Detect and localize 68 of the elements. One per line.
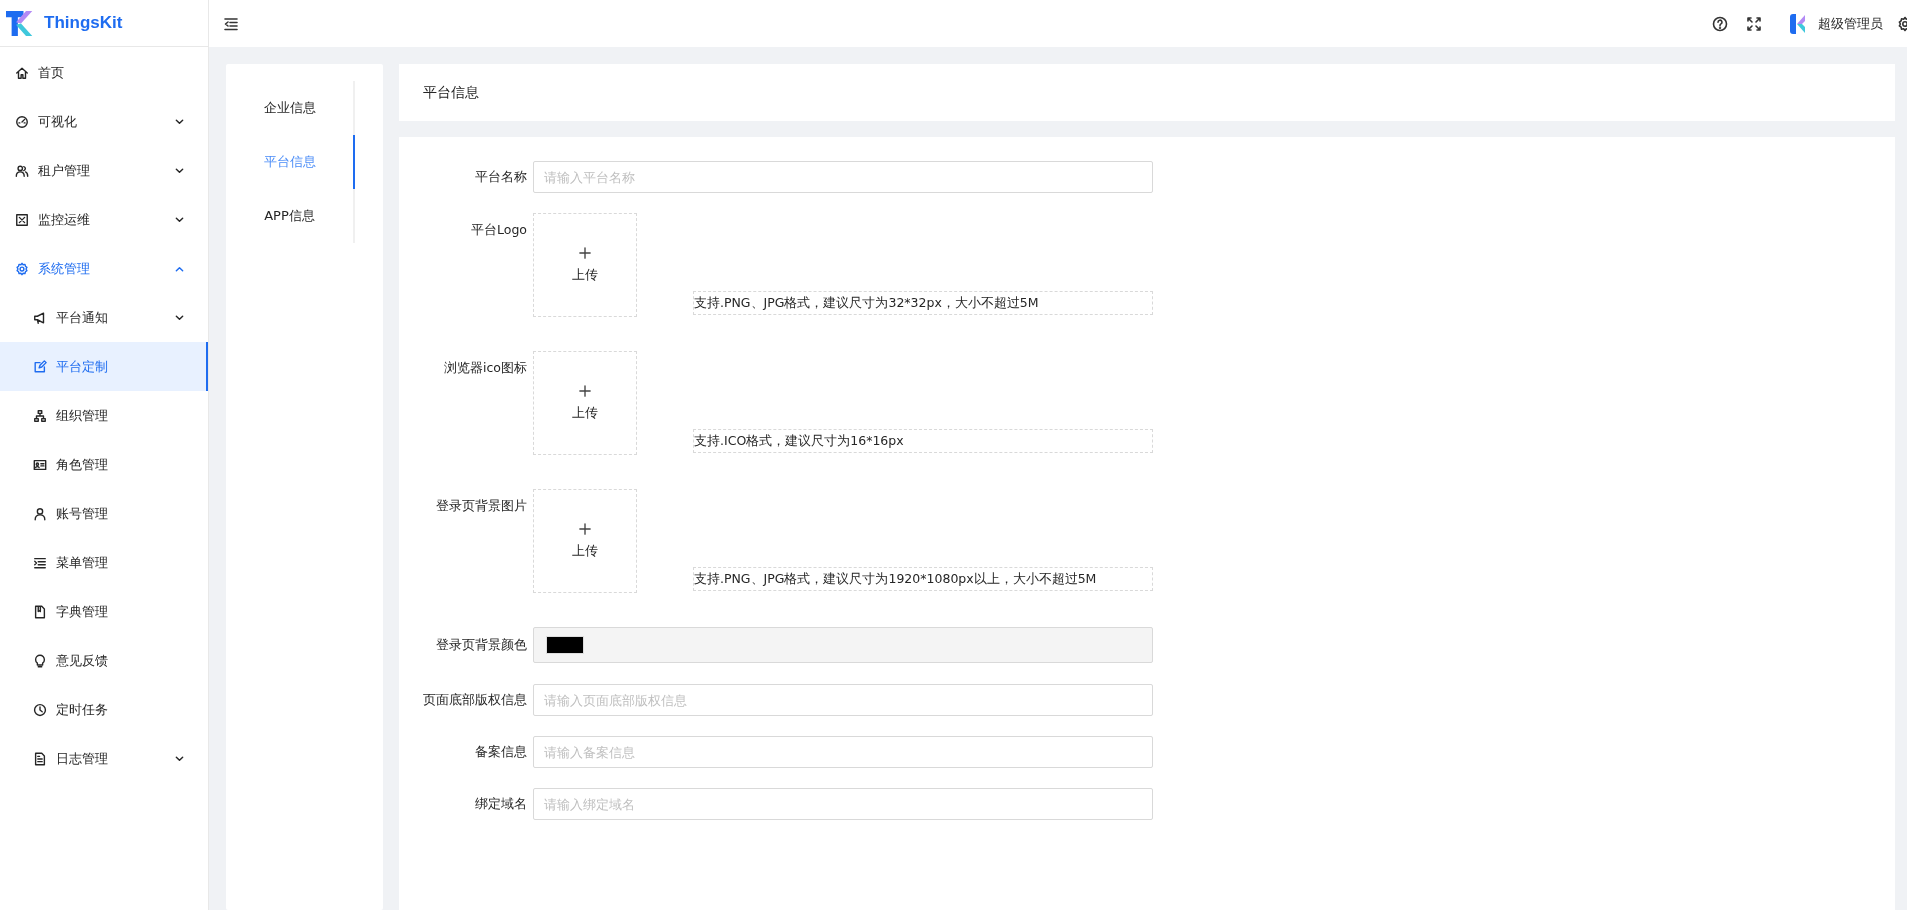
upload-hint: 支持.PNG、JPG格式，建议尺寸为1920*1080px以上，大小不超过5M <box>693 567 1153 591</box>
menu-item[interactable]: 首页 <box>0 48 208 97</box>
submenu-item[interactable]: 角色管理 <box>0 440 208 489</box>
megaphone-icon <box>33 310 47 325</box>
chevron-down-icon <box>175 755 184 762</box>
color-field[interactable] <box>533 627 1153 663</box>
plus-icon <box>579 522 591 535</box>
submenu-item[interactable]: 账号管理 <box>0 489 208 538</box>
users-icon <box>15 163 29 178</box>
chevron-down-icon <box>175 314 184 321</box>
settings-icon <box>15 261 29 276</box>
field-label: 平台名称 <box>474 168 527 186</box>
field-label: 备案信息 <box>474 743 527 761</box>
input-field[interactable]: 请输入页面底部版权信息 <box>533 684 1153 716</box>
tab[interactable]: 企业信息 <box>226 81 355 135</box>
submenu-item[interactable]: 意见反馈 <box>0 636 208 685</box>
user-icon <box>33 506 47 521</box>
chevron-down-icon <box>175 118 184 125</box>
submenu-item[interactable]: 平台通知 <box>0 293 208 342</box>
app-name: ThingsKit <box>44 13 123 33</box>
clock-icon <box>33 702 47 717</box>
input-field[interactable]: 请输入平台名称 <box>533 161 1153 193</box>
document-icon <box>33 751 47 766</box>
upload-button[interactable]: 上传 <box>533 489 637 593</box>
lightbulb-icon <box>33 653 47 668</box>
upload-hint: 支持.ICO格式，建议尺寸为16*16px <box>693 429 1153 453</box>
plus-icon <box>579 246 591 259</box>
submenu-item[interactable]: 菜单管理 <box>0 538 208 587</box>
user-avatar-icon <box>1788 12 1808 35</box>
input-field[interactable]: 请输入绑定域名 <box>533 788 1153 820</box>
field-label: 页面底部版权信息 <box>422 691 527 709</box>
chevron-down-icon <box>175 167 184 174</box>
help-icon <box>1712 15 1728 32</box>
menu-item[interactable]: 可视化 <box>0 97 208 146</box>
edit-icon <box>33 359 47 374</box>
home-icon <box>15 65 29 80</box>
field-label: 浏览器ico图标 <box>443 359 527 377</box>
menu-list-icon <box>33 555 47 570</box>
panel-title: 平台信息 <box>423 83 479 102</box>
tab[interactable]: 平台信息 <box>226 135 355 189</box>
menu-item[interactable]: 系统管理 <box>0 244 208 293</box>
plus-icon <box>579 384 591 397</box>
monitor-icon <box>15 212 29 227</box>
upload-button[interactable]: 上传 <box>533 351 637 455</box>
tab[interactable]: APP信息 <box>226 189 355 243</box>
field-label: 平台Logo <box>470 221 527 239</box>
input-field[interactable]: 请输入备案信息 <box>533 736 1153 768</box>
submenu-item[interactable]: 日志管理 <box>0 734 208 783</box>
submenu-item[interactable]: 定时任务 <box>0 685 208 734</box>
chevron-down-icon <box>175 216 184 223</box>
submenu-item[interactable]: 字典管理 <box>0 587 208 636</box>
field-label: 登录页背景颜色 <box>435 636 527 654</box>
book-icon <box>33 604 47 619</box>
submenu-item[interactable]: 平台定制 <box>0 342 208 391</box>
gauge-icon <box>15 114 29 129</box>
fullscreen-icon <box>1746 15 1762 32</box>
upload-hint: 支持.PNG、JPG格式，建议尺寸为32*32px，大小不超过5M <box>693 291 1153 315</box>
field-label: 绑定域名 <box>474 795 527 813</box>
user-menu[interactable]: 超级管理员 <box>1788 12 1883 35</box>
org-chart-icon <box>33 408 47 423</box>
menu-fold-icon <box>223 15 239 32</box>
upload-button[interactable]: 上传 <box>533 213 637 317</box>
menu-item[interactable]: 租户管理 <box>0 146 208 195</box>
id-card-icon <box>33 457 47 472</box>
field-label: 登录页背景图片 <box>435 497 527 515</box>
chevron-up-icon <box>175 265 184 272</box>
menu-item[interactable]: 监控运维 <box>0 195 208 244</box>
submenu-item[interactable]: 组织管理 <box>0 391 208 440</box>
